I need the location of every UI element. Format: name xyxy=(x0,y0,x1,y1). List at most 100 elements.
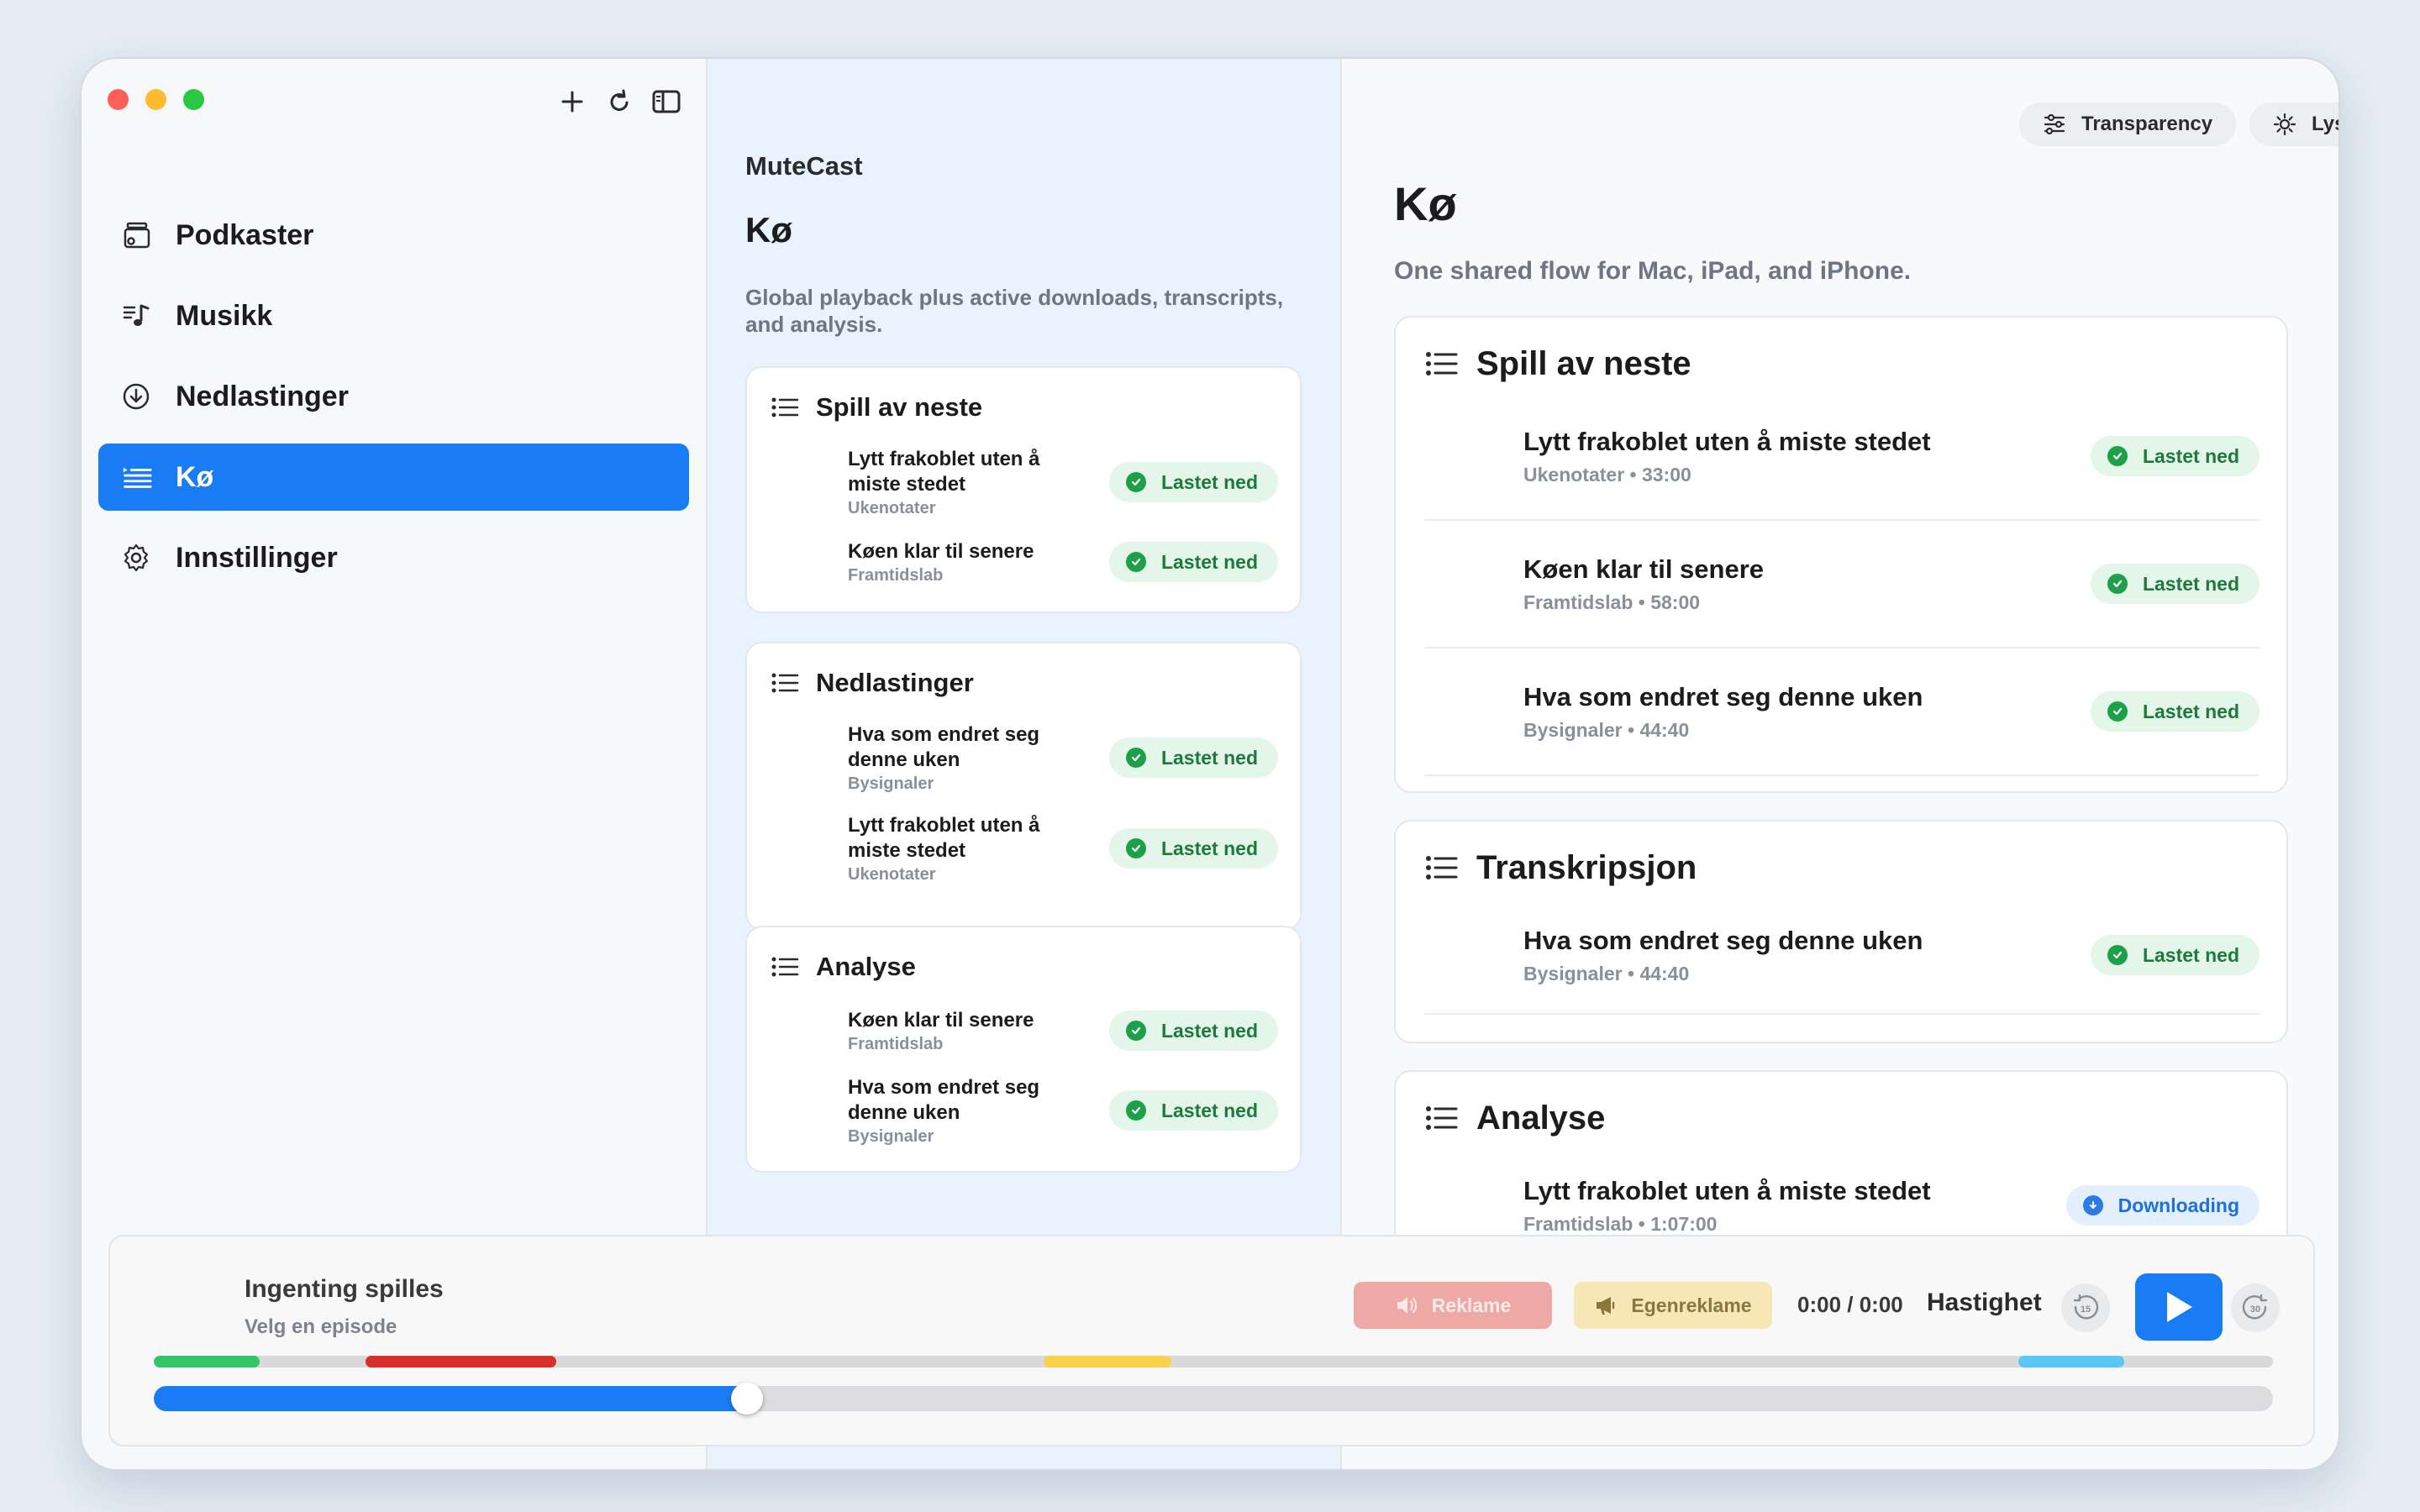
sidebar-item-label: Musikk xyxy=(176,299,273,332)
section-title: Analyse xyxy=(1476,1099,1606,1137)
transparency-button[interactable]: Transparency xyxy=(2019,102,2237,146)
sidebar-item-ko[interactable]: Kø xyxy=(98,444,689,511)
list-item[interactable]: Hva som endret seg denne uken Bysignaler… xyxy=(747,712,1300,803)
list-icon xyxy=(771,953,799,981)
svg-text:15: 15 xyxy=(2081,1305,2091,1315)
time-readout: 0:00 / 0:00 xyxy=(1797,1292,1903,1317)
sidebar-toolbar xyxy=(555,84,684,119)
section-title: Nedlastinger xyxy=(816,668,974,697)
segment-marker xyxy=(154,1356,260,1368)
checkmark-icon xyxy=(1125,748,1146,768)
sidebar-item-musikk[interactable]: Musikk xyxy=(98,282,689,349)
column-subtitle: Global playback plus active downloads, t… xyxy=(745,285,1284,337)
table-row[interactable]: Hva som endret seg denne uken Bysignaler… xyxy=(1424,897,2260,1015)
close-button[interactable] xyxy=(108,89,129,110)
sidebar-item-podkaster[interactable]: Podkaster xyxy=(98,202,689,269)
status-badge: Lastet ned xyxy=(1108,828,1278,869)
status-badge: Lastet ned xyxy=(1108,462,1278,502)
progress-fill xyxy=(154,1386,748,1411)
sidebar-item-label: Nedlastinger xyxy=(176,380,349,412)
list-icon xyxy=(1424,1101,1458,1135)
list-icon xyxy=(1424,347,1458,381)
column-title: Kø xyxy=(745,210,792,249)
episode-title: Køen klar til senere xyxy=(848,539,1034,563)
section-card-transkripsjon: Transkripsjon Hva som endret seg denne u… xyxy=(1394,820,2288,1043)
skip-self-promo-button[interactable]: Egenreklame xyxy=(1574,1282,1772,1329)
list-item[interactable]: Køen klar til senere Framtidslab Lastet … xyxy=(747,996,1300,1065)
status-badge: Downloading xyxy=(2065,1185,2260,1226)
list-item[interactable]: Lytt frakoblet uten å miste stedet Ukeno… xyxy=(747,437,1300,528)
episode-title: Hva som endret seg denne uken xyxy=(848,722,1040,771)
list-item[interactable]: Lytt frakoblet uten å miste stedet Ukeno… xyxy=(747,803,1300,894)
sidebar-item-nedlastinger[interactable]: Nedlastinger xyxy=(98,363,689,430)
minimize-button[interactable] xyxy=(145,89,166,110)
download-icon xyxy=(120,381,152,412)
checkmark-icon xyxy=(2107,574,2128,594)
status-badge: Lastet ned xyxy=(2090,436,2260,476)
skip-forward-button[interactable]: 30 xyxy=(2231,1284,2280,1332)
progress-knob[interactable] xyxy=(731,1383,764,1415)
segment-marker xyxy=(2018,1356,2125,1368)
episode-title: Lytt frakoblet uten å miste stedet xyxy=(848,813,1040,862)
table-row[interactable]: Lytt frakoblet uten å miste stedet Ukeno… xyxy=(1424,393,2260,521)
episode-title: Køen klar til senere xyxy=(848,1008,1034,1032)
theme-button[interactable]: Lyst xyxy=(2249,102,2338,146)
checkmark-icon xyxy=(1125,838,1146,858)
checkmark-icon xyxy=(1125,1021,1146,1041)
list-icon xyxy=(1424,851,1458,885)
section-title: Spill av neste xyxy=(1476,344,1691,382)
sidebar-toggle-icon[interactable] xyxy=(649,84,684,119)
sun-icon xyxy=(2273,113,2296,136)
status-badge: Lastet ned xyxy=(1108,1090,1278,1131)
segment-marker xyxy=(1044,1356,1171,1368)
window-controls xyxy=(108,89,204,110)
player-bar: Ingenting spilles Velg en episode Reklam… xyxy=(108,1235,2315,1446)
skip-back-icon: 15 xyxy=(2073,1294,2099,1320)
sidebar-nav: Podkaster Musikk Nedlastinger Kø Innstil… xyxy=(98,202,689,605)
status-badge: Lastet ned xyxy=(2090,935,2260,975)
add-icon[interactable] xyxy=(555,84,590,119)
skip-back-button[interactable]: 15 xyxy=(2061,1284,2110,1332)
now-playing-title: Ingenting spilles xyxy=(245,1275,444,1303)
section-card-analyse: Analyse Køen klar til senere Framtidslab… xyxy=(745,926,1302,1173)
progress-slider[interactable] xyxy=(154,1383,2273,1415)
play-icon xyxy=(2167,1292,2192,1322)
section-title: Transkripsjon xyxy=(1476,848,1697,886)
list-item[interactable]: Køen klar til senere Framtidslab Lastet … xyxy=(747,528,1300,596)
download-progress-icon xyxy=(2082,1195,2103,1215)
music-icon xyxy=(120,300,152,332)
status-badge: Lastet ned xyxy=(2090,691,2260,732)
podcasts-icon xyxy=(120,219,152,251)
episode-title: Lytt frakoblet uten å miste stedet xyxy=(848,447,1040,496)
refresh-icon[interactable] xyxy=(602,84,637,119)
section-card-spill-av-neste: Spill av neste Lytt frakoblet uten å mis… xyxy=(1394,316,2288,793)
checkmark-icon xyxy=(1125,1100,1146,1121)
app-name: MuteCast xyxy=(745,151,863,181)
sidebar-item-innstillinger[interactable]: Innstillinger xyxy=(98,524,689,591)
status-badge: Lastet ned xyxy=(1108,542,1278,582)
table-row[interactable]: Hva som endret seg denne uken Bysignaler… xyxy=(1424,648,2260,776)
list-item[interactable]: Hva som endret seg denne uken Bysignaler… xyxy=(747,1065,1300,1156)
svg-text:30: 30 xyxy=(2250,1305,2260,1315)
status-badge: Lastet ned xyxy=(1108,1011,1278,1051)
sliders-icon xyxy=(2043,113,2066,136)
speaker-icon xyxy=(1395,1294,1418,1317)
checkmark-icon xyxy=(2107,446,2128,466)
skip-ad-button[interactable]: Reklame xyxy=(1354,1282,1552,1329)
megaphone-icon xyxy=(1594,1294,1618,1317)
speed-button[interactable]: Hastighet xyxy=(1927,1289,2042,1317)
table-row[interactable]: Køen klar til senere Framtidslab • 58:00… xyxy=(1424,521,2260,648)
list-icon xyxy=(771,669,799,697)
segment-marker xyxy=(366,1356,557,1368)
gear-icon xyxy=(120,542,152,574)
sidebar-item-label: Innstillinger xyxy=(176,541,338,574)
app-window: Podkaster Musikk Nedlastinger Kø Innstil… xyxy=(80,57,2340,1471)
skip-forward-icon: 30 xyxy=(2242,1294,2268,1320)
segment-timeline xyxy=(154,1356,2273,1368)
status-badge: Lastet ned xyxy=(1108,738,1278,778)
play-button[interactable] xyxy=(2135,1273,2223,1341)
checkmark-icon xyxy=(2107,945,2128,965)
sidebar-item-label: Podkaster xyxy=(176,218,314,251)
zoom-button[interactable] xyxy=(183,89,204,110)
page-title: Kø xyxy=(1394,177,1457,230)
